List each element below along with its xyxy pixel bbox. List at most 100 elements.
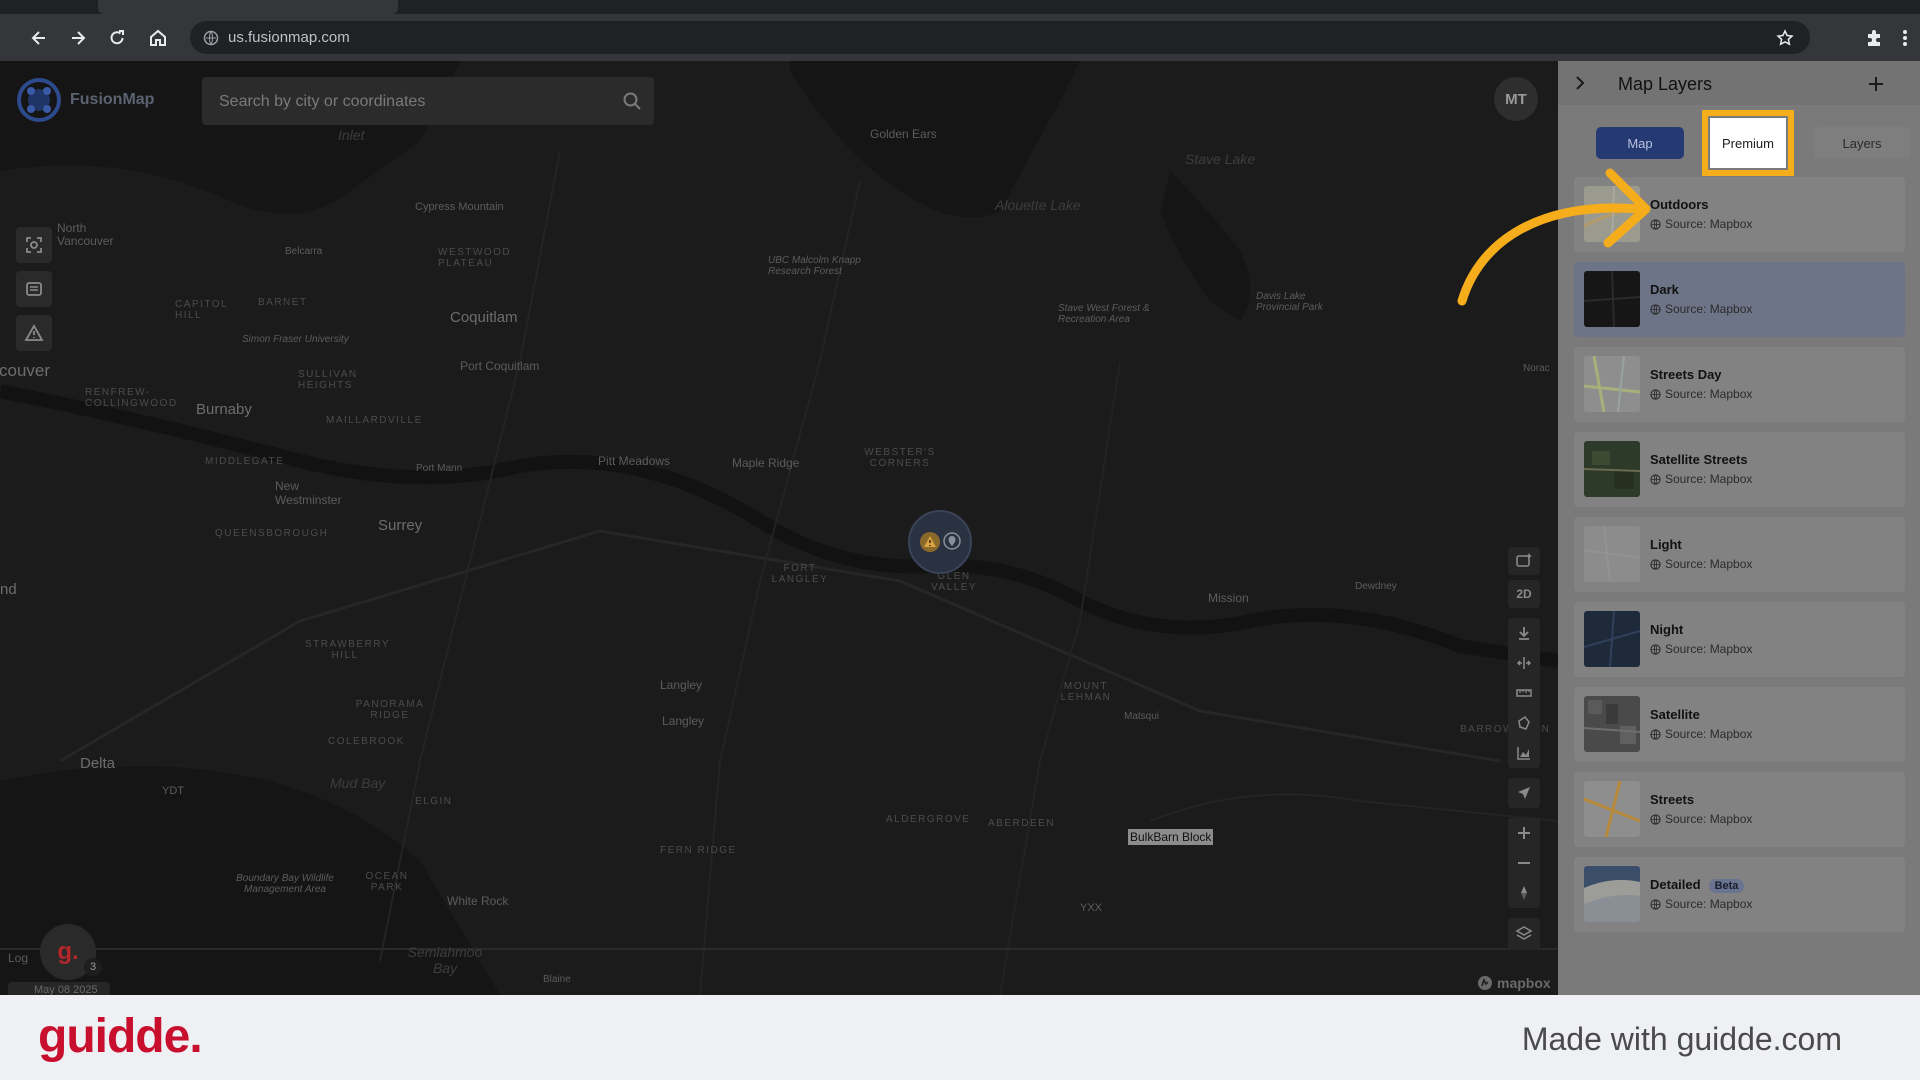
search-box[interactable] bbox=[202, 77, 654, 127]
mapbox-logo-icon bbox=[1478, 976, 1492, 990]
map-label: Inlet bbox=[338, 127, 365, 143]
map-label: WESTWOOD PLATEAU bbox=[438, 247, 512, 269]
ai-assist-button[interactable] bbox=[1508, 547, 1540, 575]
search-icon[interactable] bbox=[622, 91, 642, 111]
reload-button[interactable] bbox=[102, 23, 132, 53]
layer-card-streets-day[interactable]: Streets Day Source: Mapbox bbox=[1574, 347, 1905, 422]
map-label: ELGIN bbox=[415, 796, 453, 807]
map-label: Langley bbox=[660, 678, 703, 692]
map-label: White Rock bbox=[447, 894, 509, 908]
guidde-footer: guidde. Made with guidde.com bbox=[0, 995, 1920, 1080]
map-label: Pitt Meadows bbox=[598, 454, 671, 468]
locate-me-button[interactable] bbox=[1508, 778, 1540, 808]
layer-card-detailed[interactable]: Detailed Beta Source: Mapbox bbox=[1574, 857, 1905, 932]
map-label: Surrey bbox=[378, 517, 423, 534]
focus-target-icon bbox=[26, 237, 42, 253]
back-button[interactable] bbox=[24, 23, 54, 53]
address-bar[interactable]: us.fusionmap.com bbox=[190, 21, 1810, 54]
layers-toggle-button[interactable] bbox=[1508, 918, 1540, 950]
zoom-in-button[interactable] bbox=[1508, 818, 1540, 848]
extensions-puzzle-icon[interactable] bbox=[1864, 28, 1884, 48]
site-info-icon[interactable] bbox=[203, 30, 219, 46]
browser-menu-icon[interactable] bbox=[1902, 28, 1908, 48]
forward-button[interactable] bbox=[63, 23, 93, 53]
compass-icon bbox=[1521, 886, 1527, 900]
map-controls: 2D bbox=[1508, 547, 1540, 955]
map-canvas[interactable]: Golden Ears Stave Lake Alouette Lake Inl… bbox=[0, 61, 1558, 995]
plus-icon bbox=[1518, 827, 1530, 839]
layer-thumbnail bbox=[1584, 441, 1640, 497]
layer-thumbnail bbox=[1584, 356, 1640, 412]
date-chip[interactable]: May 08 2025 bbox=[8, 982, 110, 995]
alerts-button[interactable] bbox=[16, 315, 52, 351]
map-marker-cluster[interactable] bbox=[908, 510, 972, 574]
warning-marker-icon[interactable] bbox=[919, 531, 941, 553]
download-button[interactable] bbox=[1508, 618, 1540, 648]
location-pin-icon[interactable] bbox=[943, 532, 961, 552]
compass-button[interactable] bbox=[1508, 878, 1540, 908]
home-button[interactable] bbox=[143, 23, 173, 53]
map-label: MAILLARDVILLE bbox=[326, 415, 423, 426]
layer-source: Source: Mapbox bbox=[1650, 217, 1752, 231]
layer-source-text: Source: Mapbox bbox=[1665, 812, 1753, 826]
globe-icon bbox=[1650, 473, 1661, 485]
split-view-button[interactable] bbox=[1508, 648, 1540, 678]
layer-name: Streets bbox=[1650, 792, 1695, 807]
zoom-out-button[interactable] bbox=[1508, 848, 1540, 878]
layer-source: Source: Mapbox bbox=[1650, 897, 1752, 911]
browser-tab-active[interactable] bbox=[98, 0, 398, 14]
layer-card-night[interactable]: Night Source: Mapbox bbox=[1574, 602, 1905, 677]
layer-source-text: Source: Mapbox bbox=[1665, 897, 1753, 911]
search-input[interactable] bbox=[217, 77, 621, 127]
screen-frame: us.fusionmap.com Golden Ears Stave Lake … bbox=[0, 0, 1920, 995]
map-label: YDT bbox=[162, 785, 184, 797]
layer-thumbnail bbox=[1584, 781, 1640, 837]
user-avatar[interactable]: MT bbox=[1494, 77, 1538, 121]
draw-polygon-button[interactable] bbox=[1508, 708, 1540, 738]
globe-icon bbox=[1650, 898, 1661, 910]
elevation-button[interactable] bbox=[1508, 738, 1540, 768]
broken-logo-image: Log bbox=[8, 951, 29, 965]
mapbox-text: mapbox bbox=[1497, 975, 1551, 991]
place-marker-label[interactable]: BulkBarn Block bbox=[1128, 829, 1214, 845]
layer-name: Detailed Beta bbox=[1650, 877, 1745, 893]
map-label: ALDERGROVE bbox=[886, 814, 971, 825]
map-label: MOUNT LEHMAN bbox=[1060, 681, 1112, 703]
mapbox-attribution[interactable]: mapbox bbox=[1477, 975, 1551, 991]
layer-thumbnail bbox=[1584, 611, 1640, 667]
navigation-arrow-icon bbox=[1518, 787, 1530, 799]
map-label: Blaine bbox=[543, 974, 571, 985]
view-2d-toggle[interactable]: 2D bbox=[1508, 580, 1540, 608]
arrow-left-icon bbox=[31, 31, 45, 45]
layer-card-satellite-streets[interactable]: Satellite Streets Source: Mapbox bbox=[1574, 432, 1905, 507]
warning-icon bbox=[24, 324, 44, 341]
tab-layers[interactable]: Layers bbox=[1814, 127, 1910, 159]
pointer-arrow-icon bbox=[1457, 168, 1651, 306]
chart-area-icon bbox=[1517, 747, 1530, 760]
globe-icon bbox=[1650, 388, 1661, 400]
minus-icon bbox=[1518, 862, 1530, 864]
layer-card-light[interactable]: Light Source: Mapbox bbox=[1574, 517, 1905, 592]
layer-card-streets[interactable]: Streets Source: Mapbox bbox=[1574, 772, 1905, 847]
sparkle-chat-icon bbox=[1516, 553, 1532, 567]
focus-button[interactable] bbox=[16, 227, 52, 263]
bookmark-star-icon[interactable] bbox=[1776, 29, 1794, 47]
add-layer-button[interactable] bbox=[1858, 69, 1894, 99]
zoom-group bbox=[1508, 818, 1540, 908]
map-label: CAPITOL HILL bbox=[175, 299, 228, 321]
map-label: STRAWBERRY HILL bbox=[305, 639, 391, 661]
map-label: Langley bbox=[662, 714, 705, 728]
map-label: Golden Ears bbox=[870, 127, 937, 141]
app-logo[interactable]: FusionMap bbox=[16, 77, 154, 123]
notes-button[interactable] bbox=[16, 271, 52, 307]
layer-name: Streets Day bbox=[1650, 367, 1722, 382]
map-label: Belcarra bbox=[285, 246, 323, 257]
map-label: Semiahmoo Bay bbox=[407, 944, 483, 976]
measure-button[interactable] bbox=[1508, 678, 1540, 708]
guidde-logo: guidde. bbox=[38, 1010, 203, 1063]
layer-card-satellite[interactable]: Satellite Source: Mapbox bbox=[1574, 687, 1905, 762]
tab-premium[interactable]: Premium bbox=[1702, 110, 1794, 176]
map-label: Stave Lake bbox=[1185, 151, 1256, 167]
map-label: Maple Ridge bbox=[732, 456, 800, 470]
chevron-right-icon[interactable] bbox=[1572, 73, 1588, 93]
